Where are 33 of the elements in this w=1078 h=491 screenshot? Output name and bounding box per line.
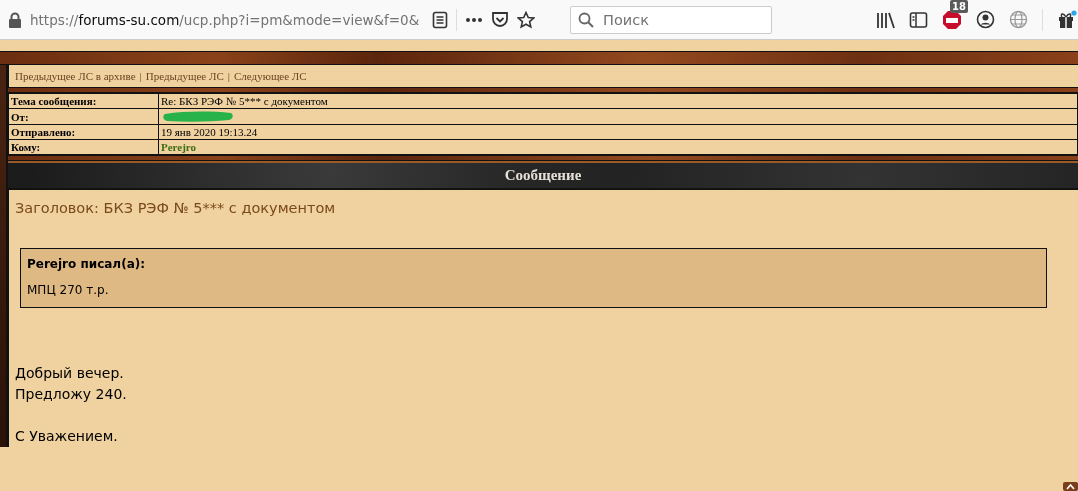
globe-icon[interactable] xyxy=(1009,10,1028,29)
account-icon[interactable] xyxy=(976,10,995,29)
quote-text: МПЦ 270 т.р. xyxy=(27,283,110,298)
field-label: Кому: xyxy=(8,139,159,155)
lock-icon xyxy=(8,11,22,28)
star-icon[interactable] xyxy=(517,10,535,29)
field-value: Re: БКЗ РЭФ № 5*** с документом xyxy=(158,93,1078,109)
message-subject: Заголовок: БКЗ РЭФ № 5*** с документом xyxy=(15,200,337,217)
field-value: 19 янв 2020 19:13.24 xyxy=(158,124,1078,140)
field-label: Тема сообщения: xyxy=(8,93,159,109)
adblock-icon[interactable] xyxy=(942,9,962,30)
link-separator: | xyxy=(139,70,142,82)
field-label: От: xyxy=(8,108,159,125)
quote-author: Perejro писал(а): xyxy=(27,257,146,272)
scroll-up-icon[interactable] xyxy=(1063,482,1078,491)
reader-view-icon[interactable] xyxy=(432,10,448,29)
user-link[interactable]: Perejro xyxy=(161,141,196,154)
address-text[interactable]: https://forums-su.com/ucp.php?i=pm&mode=view&f=0& xyxy=(30,11,432,28)
link-separator: | xyxy=(227,70,230,82)
nav-link[interactable]: Следующее ЛС xyxy=(234,70,307,82)
notification-badge: 18 xyxy=(950,0,968,13)
gift-icon[interactable] xyxy=(1057,10,1077,29)
nav-link[interactable]: Предыдущее ЛС xyxy=(145,70,224,82)
nav-link[interactable]: Предыдущее ЛС в архиве xyxy=(15,70,136,82)
library-icon[interactable] xyxy=(876,10,895,29)
message-paragraph: Добрый вечер. Предложу 240. xyxy=(15,364,128,405)
sidebar-icon[interactable] xyxy=(909,10,928,29)
message-paragraph: С Уважением. xyxy=(15,427,119,447)
search-icon xyxy=(578,11,594,28)
pocket-icon[interactable] xyxy=(491,11,509,28)
search-field[interactable]: Поиск xyxy=(570,5,772,34)
field-label: Отправлено: xyxy=(8,124,159,140)
section-title: Сообщение xyxy=(504,167,582,185)
